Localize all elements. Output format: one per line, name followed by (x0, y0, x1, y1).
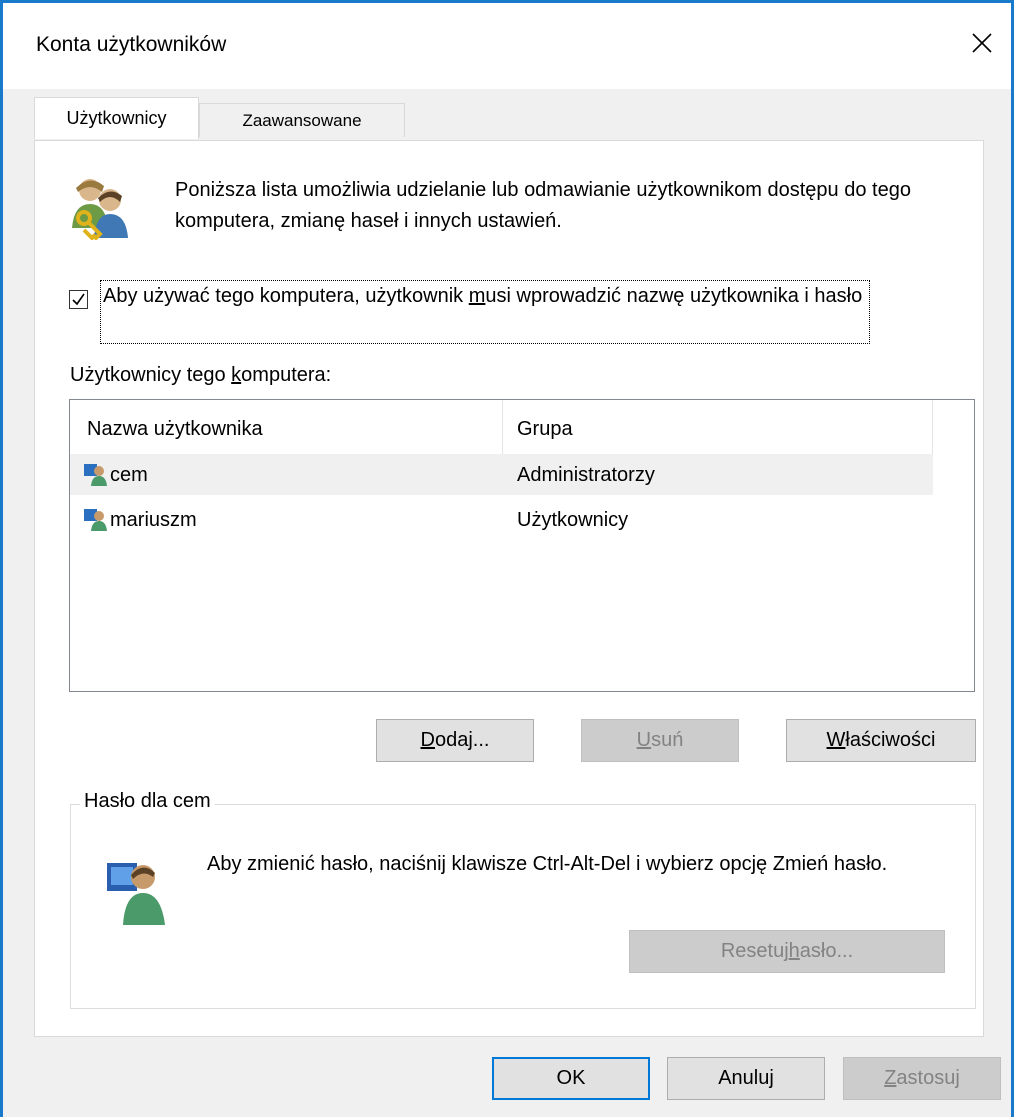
require-login-checkbox[interactable] (69, 290, 88, 309)
apply-button[interactable]: Zastosuj (843, 1057, 1001, 1100)
require-login-option[interactable]: Aby używać tego komputera, użytkownik mu… (66, 280, 870, 344)
column-divider[interactable] (502, 400, 503, 454)
dialog-window: Konta użytkowników Użytkownicy Zaawansow… (0, 0, 1014, 1117)
user-name: cem (110, 464, 148, 486)
close-icon (972, 33, 992, 53)
password-groupbox: Hasło dla cem Aby zmienić hasło, naciśni… (70, 790, 976, 1009)
column-header-username[interactable]: Nazwa użytkownika (87, 418, 263, 441)
add-user-button[interactable]: Dodaj... (376, 719, 534, 762)
close-button[interactable] (953, 17, 1011, 69)
cancel-button[interactable]: Anuluj (667, 1057, 825, 1100)
user-group: Administratorzy (517, 464, 655, 486)
password-instructions: Aby zmienić hasło, naciśnij klawisze Ctr… (207, 853, 888, 875)
column-header-group[interactable]: Grupa (517, 418, 573, 441)
table-row[interactable]: mariuszm Użytkownicy (70, 499, 933, 540)
password-group-title: Hasło dla cem (80, 790, 215, 813)
require-login-label[interactable]: Aby używać tego komputera, użytkownik mu… (100, 280, 870, 344)
user-group: Użytkownicy (517, 509, 629, 531)
intro-description: Poniższa lista umożliwia udzielanie lub … (175, 179, 911, 232)
properties-button[interactable]: Właściwości (786, 719, 976, 762)
table-row[interactable]: cem Administratorzy (70, 454, 933, 495)
title-bar: Konta użytkowników (3, 3, 1011, 89)
user-computer-icon (107, 863, 165, 925)
window-title: Konta użytkowników (36, 33, 227, 56)
ok-button[interactable]: OK (492, 1057, 650, 1100)
users-tab-panel: Poniższa lista umożliwia udzielanie lub … (34, 140, 984, 1037)
tab-users[interactable]: Użytkownicy (34, 97, 199, 139)
user-icon (84, 464, 107, 486)
users-key-icon (72, 179, 128, 240)
users-list-caption: Użytkownicy tego komputera: (70, 364, 332, 386)
tab-advanced[interactable]: Zaawansowane (199, 103, 405, 137)
list-header: Nazwa użytkownika Grupa (70, 400, 933, 454)
user-name: mariuszm (110, 509, 197, 531)
remove-user-button[interactable]: Usuń (581, 719, 739, 762)
user-icon (84, 509, 107, 531)
checkmark-icon (72, 293, 85, 306)
column-divider[interactable] (932, 400, 933, 454)
reset-password-button[interactable]: Resetuj h asło... (629, 930, 945, 973)
users-list[interactable]: Nazwa użytkownika Grupa cem Administrato… (69, 399, 975, 692)
